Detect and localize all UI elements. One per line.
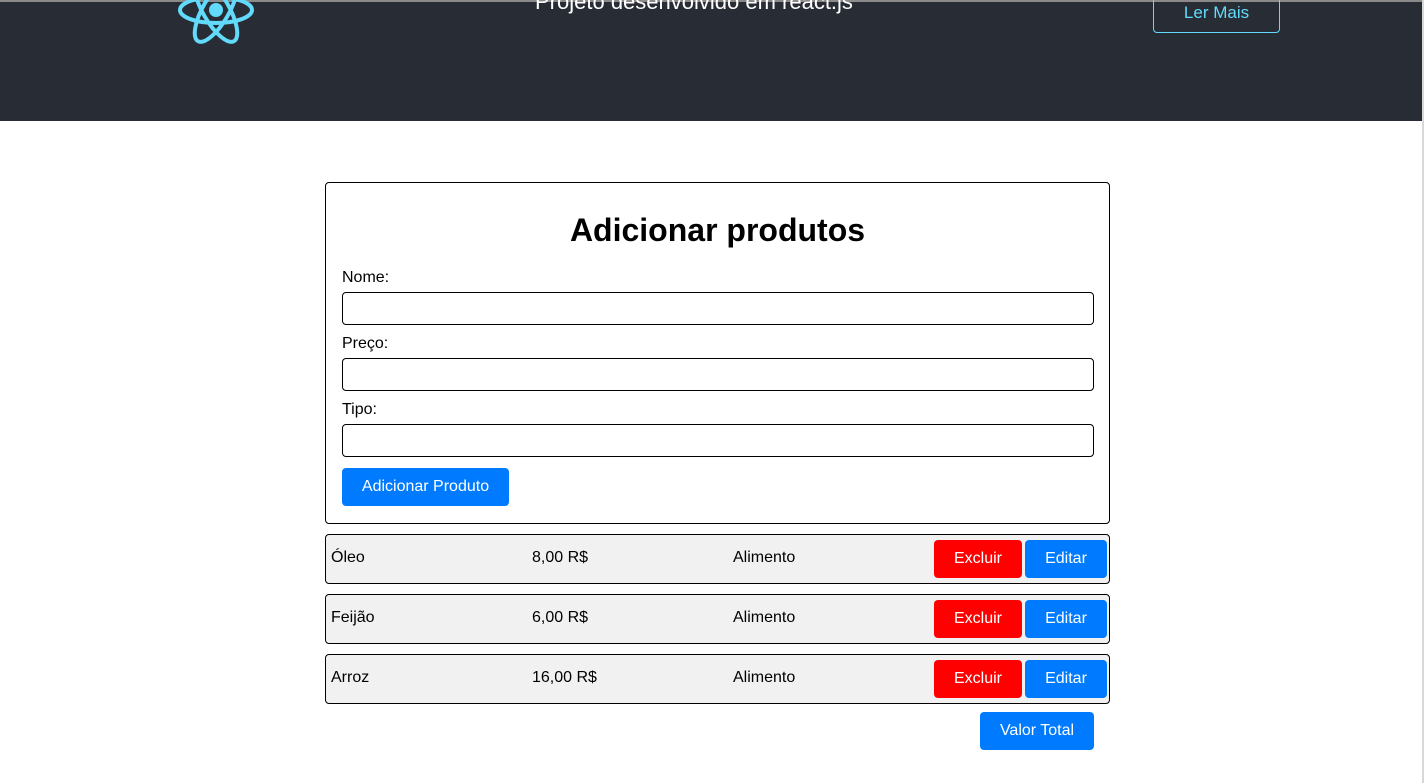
product-price: 6,00 R$ (532, 609, 589, 626)
header-title: Projeto desenvolvido em react.js (535, 0, 853, 14)
price-input[interactable] (342, 358, 1094, 391)
type-label: Tipo: (342, 401, 377, 418)
name-input[interactable] (342, 292, 1094, 325)
edit-button[interactable]: Editar (1025, 600, 1107, 638)
product-price: 8,00 R$ (532, 549, 589, 566)
react-atom-icon (178, 0, 254, 44)
product-name: Arroz (331, 669, 370, 686)
product-row: Feijão 6,00 R$ Alimento Excluir Editar (325, 594, 1110, 644)
type-input[interactable] (342, 424, 1094, 457)
product-type: Alimento (733, 549, 796, 566)
product-row: Arroz 16,00 R$ Alimento Excluir Editar (325, 654, 1110, 704)
product-row: Óleo 8,00 R$ Alimento Excluir Editar (325, 534, 1110, 584)
product-name: Feijão (331, 609, 375, 626)
edit-button[interactable]: Editar (1025, 540, 1107, 578)
add-product-form: Adicionar produtos Nome: Preço: Tipo: Ad… (325, 182, 1110, 524)
form-title: Adicionar produtos (569, 212, 866, 248)
add-product-button[interactable]: Adicionar Produto (342, 468, 509, 506)
edit-button[interactable]: Editar (1025, 660, 1107, 698)
delete-button[interactable]: Excluir (934, 600, 1022, 638)
product-type: Alimento (733, 669, 796, 686)
total-value-button[interactable]: Valor Total (980, 712, 1094, 750)
product-name: Óleo (331, 549, 365, 566)
delete-button[interactable]: Excluir (934, 540, 1022, 578)
delete-button[interactable]: Excluir (934, 660, 1022, 698)
product-type: Alimento (733, 609, 796, 626)
price-label: Preço: (342, 335, 389, 352)
name-label: Nome: (342, 269, 390, 286)
read-more-link[interactable]: Ler Mais (1153, 0, 1280, 33)
product-price: 16,00 R$ (532, 669, 597, 686)
app-header: Projeto desenvolvido em react.js Ler Mai… (0, 0, 1422, 121)
